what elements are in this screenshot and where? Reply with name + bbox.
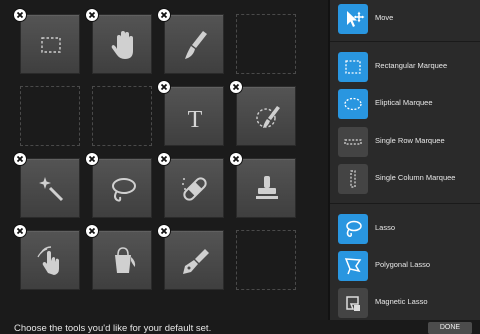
remove-tool-button[interactable] (158, 225, 170, 237)
tool-list-item-lasso[interactable]: Lasso (330, 211, 480, 247)
tool-list-label: Magnetic Lasso (375, 297, 428, 306)
tool-list-item-move[interactable]: Move (330, 1, 480, 37)
grid-cell-healing[interactable] (164, 158, 224, 218)
remove-tool-button[interactable] (14, 225, 26, 237)
rectangular-marquee-icon (41, 37, 61, 53)
remove-tool-button[interactable] (158, 9, 170, 21)
pen-icon (183, 249, 209, 274)
close-icon (88, 155, 96, 163)
rectangular-marquee-icon (345, 60, 361, 74)
single-column-marquee-icon (350, 170, 356, 188)
smudge-hand-icon (37, 246, 59, 275)
grid-cell-empty[interactable] (20, 86, 80, 146)
tool-list-item-rectangular-marquee[interactable]: Rectangular Marquee (330, 49, 480, 85)
close-icon (160, 11, 168, 19)
section-divider (330, 41, 480, 42)
close-icon (16, 11, 24, 19)
tool-list-label: Eliptical Marquee (375, 98, 433, 107)
close-icon (160, 83, 168, 91)
grid-cell-empty[interactable] (236, 14, 296, 74)
tool-icon-tile (338, 288, 368, 318)
tool-list-item-elliptical-marquee[interactable]: Eliptical Marquee (330, 86, 480, 122)
grid-cell-smudge[interactable] (20, 230, 80, 290)
close-icon (88, 11, 96, 19)
elliptical-marquee-icon (344, 97, 362, 111)
tool-list-label: Move (375, 13, 394, 22)
remove-tool-button[interactable] (230, 81, 242, 93)
grid-cell-paint-bucket[interactable] (92, 230, 152, 290)
magnetic-lasso-icon (346, 296, 360, 311)
grid-cell-lasso[interactable] (92, 158, 152, 218)
tool-list-label: Single Column Marquee (375, 173, 456, 182)
grid-cell-magic-wand[interactable] (20, 158, 80, 218)
instruction-text: Choose the tools you'd like for your def… (14, 323, 212, 334)
close-icon (88, 227, 96, 235)
grid-cell-brush[interactable] (164, 14, 224, 74)
tool-grid-panel: T (0, 0, 328, 320)
tool-icon-tile (338, 214, 368, 244)
paint-bucket-icon (115, 247, 136, 273)
remove-tool-button[interactable] (158, 81, 170, 93)
close-icon (160, 227, 168, 235)
grid-cell-empty[interactable] (236, 230, 296, 290)
type-icon: T (188, 107, 203, 133)
hand-icon (111, 31, 133, 59)
close-icon (232, 83, 240, 91)
remove-tool-button[interactable] (158, 153, 170, 165)
tool-list-item-single-row-marquee[interactable]: Single Row Marquee (330, 124, 480, 160)
quick-selection-icon (256, 106, 280, 128)
grid-cell-pen[interactable] (164, 230, 224, 290)
magic-wand-icon (39, 177, 64, 202)
grid-cell-quick-selection[interactable] (236, 86, 296, 146)
svg-text:T: T (188, 107, 203, 133)
stamp-icon (256, 176, 278, 199)
move-icon (347, 11, 365, 27)
remove-tool-button[interactable] (14, 153, 26, 165)
done-button[interactable]: DONE (428, 322, 472, 334)
section-divider (330, 203, 480, 204)
close-icon (16, 227, 24, 235)
tool-icon-tile (338, 164, 368, 194)
tool-list-panel: Move Rectangular Marquee Eliptical Marqu… (330, 0, 480, 334)
grid-cell-rectangular-marquee[interactable] (20, 14, 80, 74)
polygonal-lasso-icon (344, 258, 362, 275)
footer-bar: Choose the tools you'd like for your def… (0, 320, 480, 334)
tool-list-label: Single Row Marquee (375, 136, 445, 145)
grid-cell-empty[interactable] (92, 86, 152, 146)
tool-list-label: Polygonal Lasso (375, 260, 431, 269)
tool-list-item-single-column-marquee[interactable]: Single Column Marquee (330, 161, 480, 197)
grid-cell-type[interactable]: T (164, 86, 224, 146)
tool-icon-tile (338, 89, 368, 119)
grid-cell-hand[interactable] (92, 14, 152, 74)
healing-bandage-icon (182, 177, 207, 201)
tool-list-label: Lasso (375, 223, 396, 232)
tool-list-item-magnetic-lasso[interactable]: Magnetic Lasso (330, 285, 480, 321)
remove-tool-button[interactable] (86, 9, 98, 21)
close-icon (16, 155, 24, 163)
close-icon (160, 155, 168, 163)
tool-icon-tile (338, 251, 368, 281)
remove-tool-button[interactable] (86, 153, 98, 165)
tool-list-item-polygonal-lasso[interactable]: Polygonal Lasso (330, 248, 480, 284)
lasso-icon (112, 178, 136, 202)
tool-icon-tile (338, 4, 368, 34)
tool-icon-tile (338, 52, 368, 82)
brush-icon (185, 31, 207, 59)
tool-list-label: Rectangular Marquee (375, 61, 448, 70)
remove-tool-button[interactable] (14, 9, 26, 21)
grid-cell-stamp[interactable] (236, 158, 296, 218)
close-icon (232, 155, 240, 163)
remove-tool-button[interactable] (230, 153, 242, 165)
lasso-icon (346, 220, 362, 237)
remove-tool-button[interactable] (86, 225, 98, 237)
single-row-marquee-icon (344, 139, 362, 145)
tool-icon-tile (338, 127, 368, 157)
